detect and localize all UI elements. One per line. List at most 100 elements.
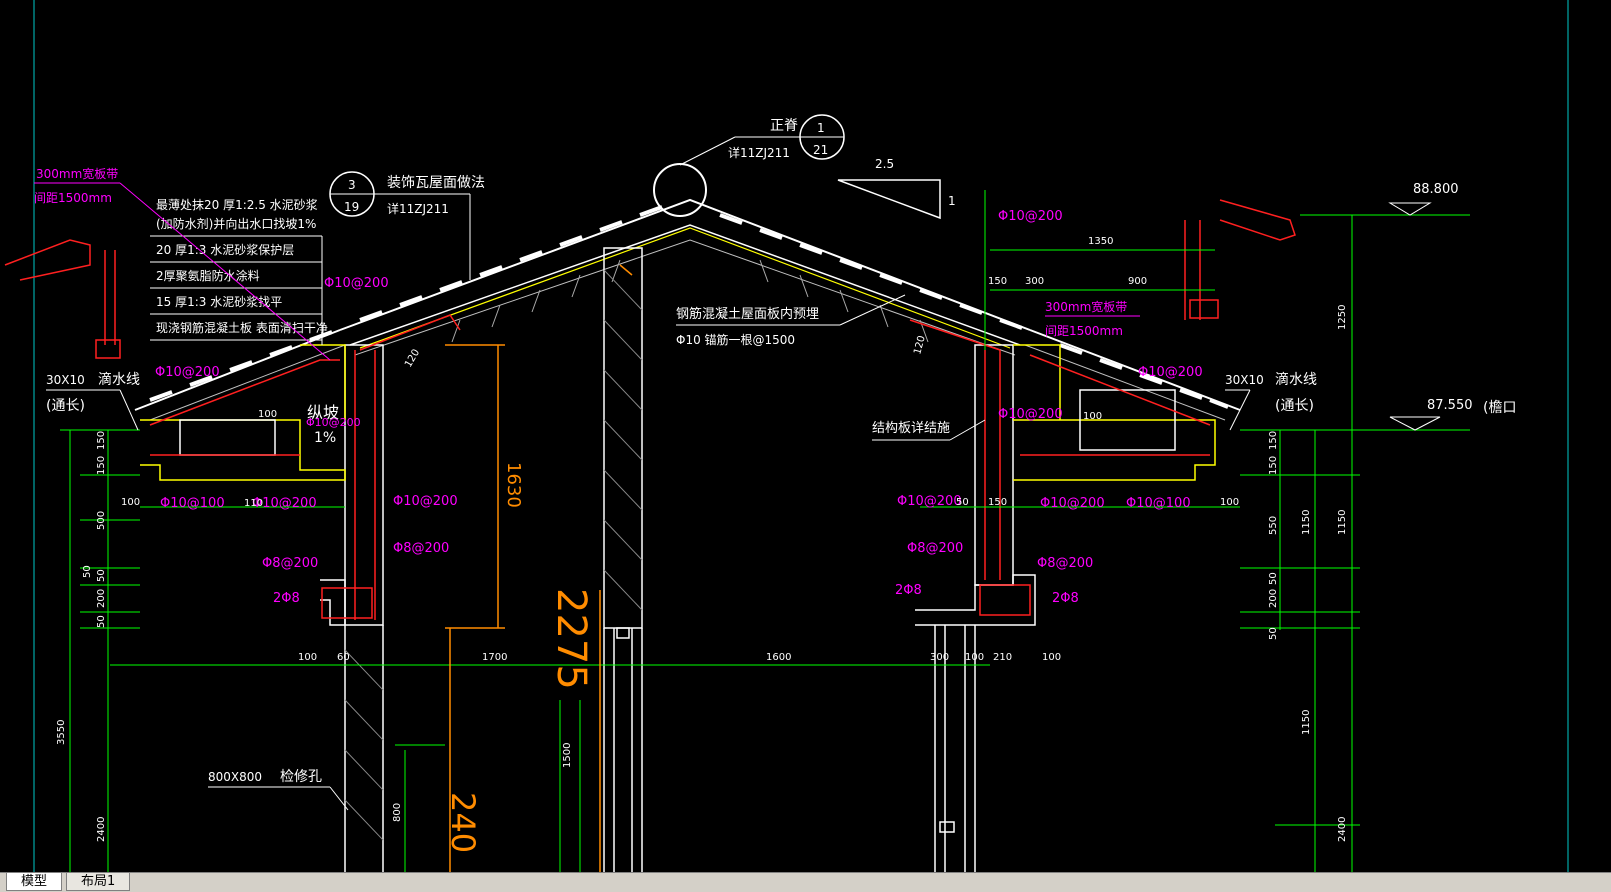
dim-big1: 2275 (548, 588, 594, 690)
access-name: 检修孔 (280, 769, 322, 785)
dim-110: 110 (244, 498, 263, 509)
rebar-l: Φ10@200 (1138, 365, 1203, 380)
dim-v-50c: 50 (96, 615, 107, 628)
dim-210: 210 (993, 652, 1012, 663)
dim-v-150c: 150 (1268, 431, 1279, 450)
rebar-q: Φ8@200 (1037, 556, 1093, 571)
dim-v-200: 200 (96, 589, 107, 608)
rebar-m: Φ10@200 (998, 407, 1063, 422)
dim-v-1250: 1250 (1337, 305, 1348, 330)
dim-100g: 100 (1083, 411, 1102, 422)
tab-model[interactable]: 模型 (6, 873, 63, 891)
dim-300b: 300 (1025, 276, 1044, 287)
ridge-label: 正脊 (770, 118, 798, 134)
rebar-e: Φ10@100 (160, 496, 225, 511)
dim-v-120b: 120 (912, 334, 928, 355)
dim-v-800: 800 (392, 803, 403, 822)
layer-note-3: 20 厚1:3 水泥砂浆保护层 (156, 242, 294, 257)
rebar-h: Φ8@200 (393, 541, 449, 556)
gutter-right-line2: 间距1500mm (1045, 324, 1123, 338)
dim-1350: 1350 (1088, 236, 1113, 247)
dim-v-500: 500 (96, 511, 107, 530)
dim-v-2400a: 2400 (96, 817, 107, 842)
elevations: 88.800 87.550 (檐口 (1388, 182, 1516, 431)
roof-circle-bottom: 19 (344, 200, 359, 214)
rebar-p: Φ8@200 (907, 541, 963, 556)
dim-150b: 150 (988, 497, 1007, 508)
dim-v-120a: 120 (403, 347, 422, 369)
slope-run-text: 2.5 (875, 157, 894, 171)
anchor-note-1: 钢筋混凝土屋面板内预埋 (676, 306, 819, 322)
dim-v-550: 550 (1268, 516, 1279, 535)
roof-method-ref: 详11ZJ211 (387, 201, 449, 216)
orange-texts: 1630 2275 240 (444, 462, 594, 853)
layer-note-5: 15 厚1:3 水泥砂浆找平 (156, 294, 282, 309)
dim-v-150d: 150 (1268, 456, 1279, 475)
dim-v-50b: 50 (96, 569, 107, 582)
rebar-i: Φ8@200 (262, 556, 318, 571)
dim-100f: 100 (258, 409, 277, 420)
rebar-s: 2Φ8 (1052, 591, 1079, 606)
rebar-c: Φ10@200 (897, 494, 962, 509)
dimension-lines (60, 190, 1470, 872)
dim-100e: 100 (1220, 497, 1239, 508)
dim-v-1150c: 1150 (1301, 710, 1312, 735)
dim-v-150b: 150 (96, 456, 107, 475)
slope-note-b: 1% (314, 430, 336, 446)
gutter-right-line1: 300mm宽板带 (1045, 299, 1127, 314)
slope-indicator: 2.5 1 (837, 157, 956, 220)
layer-note-4: 2厚聚氨脂防水涂料 (156, 268, 260, 283)
center-wall (603, 247, 643, 872)
layout-tab-bar: 模型 布局1 (0, 872, 1611, 892)
dim-big2: 240 (444, 792, 482, 853)
drip-right-size: 30X10 (1225, 373, 1264, 387)
gutter-left-line2: 间距1500mm (34, 191, 112, 205)
tab-layout1[interactable]: 布局1 (66, 873, 131, 891)
right-column (915, 344, 1216, 872)
dim-1600: 1600 (766, 652, 791, 663)
rebar-g: Φ10@200 (393, 494, 458, 509)
roof-circle-top: 3 (348, 178, 356, 192)
gutter-left-line1: 300mm宽板带 (36, 166, 118, 181)
struct-note: 结构板详结施 (872, 421, 950, 436)
cad-drawing-canvas[interactable]: 2.5 1 正脊 详11ZJ211 1 21 3 19 装饰瓦屋面做法 详11Z… (0, 0, 1611, 872)
rebar-d: Φ10@200 (306, 416, 361, 429)
dim-v-200b: 200 (1268, 589, 1279, 608)
dim-v-3550: 3550 (56, 720, 67, 745)
drip-left-note: (通长) (46, 398, 85, 414)
rebar-a: Φ10@200 (324, 276, 389, 291)
dim-1630: 1630 (503, 462, 524, 508)
ridge-ref: 详11ZJ211 (728, 145, 790, 160)
roof-callout: 3 19 装饰瓦屋面做法 详11ZJ211 (329, 171, 485, 280)
ridge-circle-bottom: 21 (813, 143, 828, 157)
dim-150a: 150 (988, 276, 1007, 287)
dim-v-150a: 150 (96, 431, 107, 450)
rebar-lines (4, 199, 1296, 620)
dim-v-1150b: 1150 (1337, 510, 1348, 535)
ridge-circle-top: 1 (817, 121, 825, 135)
dim-900: 900 (1128, 276, 1147, 287)
elev-top: 88.800 (1413, 182, 1459, 197)
dim-100d: 100 (121, 497, 140, 508)
anchor-note-2: Φ10 锚筋一根@1500 (676, 332, 795, 347)
access-size: 800X800 (208, 770, 262, 784)
rebar-o: Φ10@100 (1126, 496, 1191, 511)
vertical-dims: 150 150 500 50 50 200 50 3550 2400 1250 … (56, 305, 1348, 842)
dim-100b: 100 (965, 652, 984, 663)
dim-60: 60 (337, 652, 350, 663)
dim-1700: 1700 (482, 652, 507, 663)
roof-method-label: 装饰瓦屋面做法 (387, 175, 485, 191)
dim-50a: 50 (956, 497, 969, 508)
slope-rise-text: 1 (948, 194, 956, 208)
dim-v-1500: 1500 (562, 743, 573, 768)
ridge-callout: 正脊 详11ZJ211 1 21 (679, 114, 845, 166)
rebar-n: Φ10@200 (1040, 496, 1105, 511)
dim-v-1150a: 1150 (1301, 510, 1312, 535)
drip-notes: 30X10 滴水线 (通长) 30X10 滴水线 (通长) (46, 371, 1317, 431)
drip-right-note: (通长) (1275, 398, 1314, 414)
drip-right-name: 滴水线 (1275, 371, 1317, 388)
dim-100a: 100 (298, 652, 317, 663)
drip-left-size: 30X10 (46, 373, 85, 387)
layer-note-6: 现浇钢筋混凝土板 表面清扫干净 (156, 320, 328, 335)
rebar-j: 2Φ8 (273, 591, 300, 606)
